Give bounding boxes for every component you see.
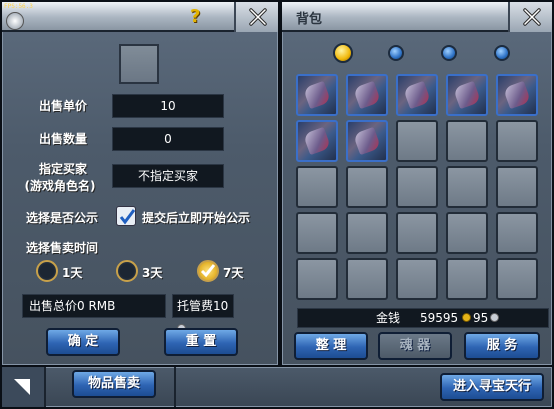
- radio-7day[interactable]: [197, 260, 219, 282]
- bag-page-2-dot[interactable]: [388, 45, 404, 61]
- money-display: 金钱 59595 95: [297, 308, 549, 328]
- fee-value: 10: [213, 299, 229, 313]
- price-input[interactable]: 10: [112, 94, 224, 118]
- bag-slot-empty[interactable]: [346, 212, 388, 254]
- sell-panel-titlebar: FPS:56.3 ?: [2, 2, 278, 32]
- bottom-bar: 物品售卖 进入寻宝天行: [0, 365, 554, 409]
- close-sell-button[interactable]: [234, 2, 278, 32]
- silver-amount: 95: [473, 311, 489, 325]
- bag-slot-empty[interactable]: [446, 212, 488, 254]
- bag-slot-item[interactable]: [346, 120, 388, 162]
- bag-slot-empty[interactable]: [396, 212, 438, 254]
- bag-slot-item[interactable]: [446, 74, 488, 116]
- time-option-3day: 3天: [142, 266, 163, 280]
- confirm-button[interactable]: 确 定: [46, 328, 120, 356]
- bag-slot-item[interactable]: [496, 74, 538, 116]
- bag-slot-empty[interactable]: [396, 166, 438, 208]
- tab-item-sale[interactable]: 物品售卖: [72, 370, 156, 398]
- player-avatar: [6, 12, 24, 30]
- bag-slot-empty[interactable]: [296, 212, 338, 254]
- bag-page-4-dot[interactable]: [494, 45, 510, 61]
- bag-slot-empty[interactable]: [496, 212, 538, 254]
- buyer-input[interactable]: 不指定买家: [112, 164, 224, 188]
- fee-display: 托管费10: [172, 294, 234, 333]
- radio-3day[interactable]: [116, 260, 138, 282]
- bag-slot-item[interactable]: [346, 74, 388, 116]
- treasure-button[interactable]: 进入寻宝天行: [440, 373, 544, 401]
- quantity-input[interactable]: 0: [112, 127, 224, 151]
- bag-slot-item[interactable]: [296, 120, 338, 162]
- bag-slot-empty[interactable]: [446, 258, 488, 300]
- sort-button[interactable]: 整 理: [294, 332, 368, 360]
- time-option-7day: 7天: [223, 266, 244, 280]
- bag-slot-empty[interactable]: [496, 166, 538, 208]
- divider: [174, 367, 176, 407]
- bag-slot-empty[interactable]: [396, 120, 438, 162]
- reset-button[interactable]: 重 置: [164, 328, 238, 356]
- bag-slot-item[interactable]: [396, 74, 438, 116]
- bag-panel: 背包 金钱 59595 95 整 理 魂 器 服 务: [280, 0, 554, 367]
- checkmark-icon: [200, 264, 216, 278]
- bag-slot-empty[interactable]: [346, 258, 388, 300]
- bag-title: 背包: [296, 12, 323, 27]
- bag-slot-empty[interactable]: [496, 258, 538, 300]
- arrow-icon: [14, 379, 30, 395]
- checkmark-icon: [119, 209, 136, 225]
- bag-slot-item[interactable]: [296, 74, 338, 116]
- sell-panel: FPS:56.3 ? 出售单价 10 出售数量 0 指定买家 (游戏角色名) 不…: [0, 0, 280, 367]
- soul-button[interactable]: 魂 器: [378, 332, 452, 360]
- bag-slot-empty[interactable]: [496, 120, 538, 162]
- buyer-label: 指定买家: [38, 162, 87, 176]
- gold-amount: 59595: [420, 311, 459, 325]
- service-button[interactable]: 服 务: [464, 332, 540, 360]
- bag-page-3-dot[interactable]: [441, 45, 457, 61]
- public-option-label: 提交后立即开始公示: [142, 211, 251, 225]
- bag-slot-empty[interactable]: [446, 166, 488, 208]
- bag-slot-empty[interactable]: [446, 120, 488, 162]
- bag-slot-empty[interactable]: [346, 166, 388, 208]
- menu-toggle[interactable]: [2, 367, 46, 407]
- close-bag-button[interactable]: [508, 2, 552, 32]
- silver-coin-icon: [490, 313, 499, 322]
- gold-coin-icon: [462, 313, 471, 322]
- close-icon: [523, 8, 541, 26]
- bag-slot-empty[interactable]: [296, 258, 338, 300]
- fee-label: 托管费: [177, 299, 214, 313]
- public-checkbox[interactable]: [116, 206, 136, 226]
- radio-1day[interactable]: [36, 260, 58, 282]
- time-option-1day: 1天: [62, 266, 83, 280]
- price-label: 出售单价: [38, 99, 87, 113]
- fps-counter: FPS:56.3: [4, 3, 33, 10]
- public-label: 选择是否公示: [25, 211, 98, 225]
- money-label: 金钱: [376, 311, 401, 325]
- bag-page-1-dot[interactable]: [333, 43, 353, 63]
- total-price-display: 出售总价0 RMB: [22, 294, 166, 318]
- buyer-sublabel: (游戏角色名): [24, 179, 96, 193]
- help-icon[interactable]: ?: [190, 6, 200, 27]
- sell-item-slot[interactable]: [119, 44, 159, 84]
- bag-slot-empty[interactable]: [396, 258, 438, 300]
- close-icon: [249, 8, 267, 26]
- time-label: 选择售卖时间: [25, 241, 98, 255]
- bag-panel-titlebar: 背包: [282, 2, 552, 32]
- quantity-label: 出售数量: [38, 132, 87, 146]
- bag-slot-empty[interactable]: [296, 166, 338, 208]
